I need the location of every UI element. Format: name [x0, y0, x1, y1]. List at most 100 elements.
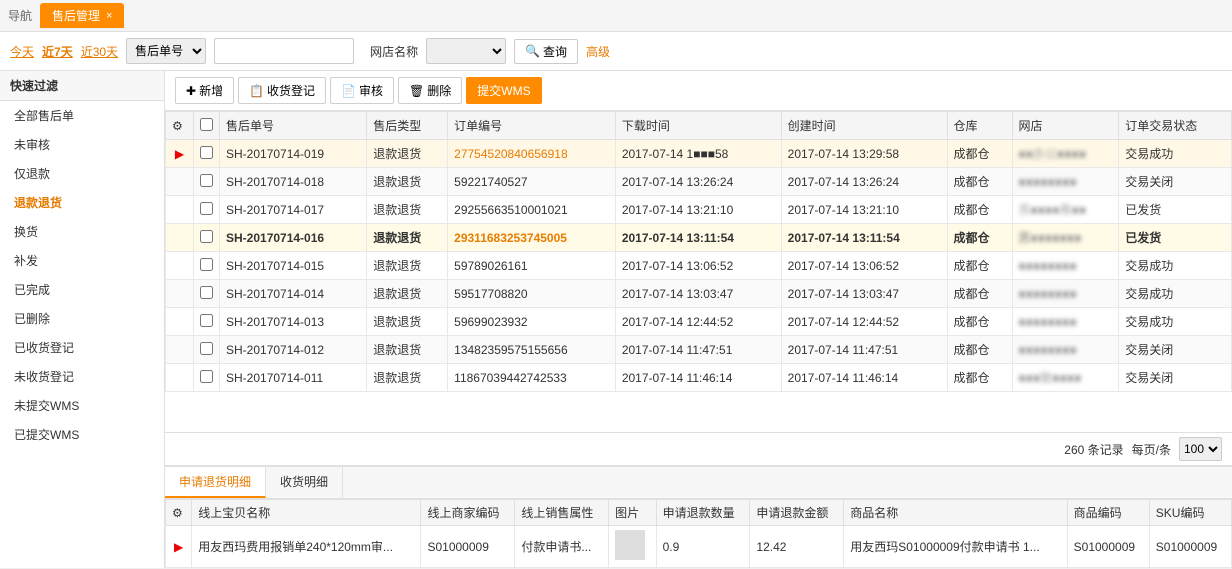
row-checkbox[interactable]: [194, 364, 220, 392]
row-trade-status: 交易关闭: [1119, 168, 1232, 196]
table-row[interactable]: SH-20170714-013 退款退货 59699023932 2017-07…: [166, 308, 1232, 336]
per-page-select[interactable]: 100 50 20: [1179, 437, 1222, 461]
row-shop: ■■■■■■■■: [1012, 336, 1119, 364]
row-arrow: [166, 224, 194, 252]
main-table-wrap: ⚙ 售后单号 售后类型 订单编号 下载时间 创建时间 仓库 网店 订单交易状态 …: [165, 111, 1232, 432]
checkbox-col-header[interactable]: [194, 112, 220, 140]
sidebar-item-completed[interactable]: 已完成: [0, 275, 164, 304]
sidebar-item-refund_only[interactable]: 仅退款: [0, 159, 164, 188]
bottom-row-goods-code: S01000009: [1067, 526, 1149, 568]
select-all-checkbox[interactable]: [200, 118, 213, 131]
table-row[interactable]: SH-20170714-017 退款退货 29255663510001021 2…: [166, 196, 1232, 224]
nav-tab-after-sale[interactable]: 售后管理 ×: [40, 3, 124, 28]
submit-wms-button[interactable]: 提交WMS: [466, 77, 541, 104]
sidebar-item-submitted_wms[interactable]: 已提交WMS: [0, 420, 164, 449]
row-checkbox[interactable]: [194, 280, 220, 308]
sidebar-item-not_received[interactable]: 未收货登记: [0, 362, 164, 391]
row-download-time: 2017-07-14 1■■■58: [615, 140, 781, 168]
last7-link[interactable]: 近7天: [42, 43, 73, 60]
table-row[interactable]: SH-20170714-016 退款退货 29311683253745005 2…: [166, 224, 1232, 252]
table-row[interactable]: SH-20170714-018 退款退货 59221740527 2017-07…: [166, 168, 1232, 196]
row-order-id: 59221740527: [448, 168, 616, 196]
sidebar-item-pending[interactable]: 未审核: [0, 130, 164, 159]
today-link[interactable]: 今天: [10, 43, 34, 60]
row-arrow: [166, 364, 194, 392]
table-row[interactable]: SH-20170714-015 退款退货 59789026161 2017-07…: [166, 252, 1232, 280]
row-warehouse: 成都仓: [947, 308, 1012, 336]
row-checkbox[interactable]: [194, 336, 220, 364]
sidebar-item-supplement[interactable]: 补发: [0, 246, 164, 275]
row-created-time: 2017-07-14 11:47:51: [781, 336, 947, 364]
close-icon[interactable]: ×: [106, 10, 112, 22]
shop-select[interactable]: [426, 38, 506, 64]
delete-button[interactable]: 🗑 删除: [398, 77, 462, 104]
row-checkbox[interactable]: [194, 224, 220, 252]
pagination-row: 260 条记录 每页/条 100 50 20: [165, 432, 1232, 465]
table-row[interactable]: SH-20170714-011 退款退货 11867039442742533 2…: [166, 364, 1232, 392]
sidebar-title: 快速过滤: [0, 71, 164, 101]
bottom-table-body: ▶ 用友西玛费用报销单240*120mm审... S01000009 付款申请书…: [166, 526, 1232, 568]
row-type: 退款退货: [367, 280, 448, 308]
sidebar-item-refund_return[interactable]: 退款退货: [0, 188, 164, 217]
receipt-button[interactable]: 📋 收货登记: [238, 77, 326, 104]
row-created-time: 2017-07-14 12:44:52: [781, 308, 947, 336]
row-arrow: [166, 308, 194, 336]
row-order-id: 11867039442742533: [448, 364, 616, 392]
row-trade-status: 交易成功: [1119, 308, 1232, 336]
field-select[interactable]: 售后单号: [126, 38, 206, 64]
row-checkbox[interactable]: [194, 196, 220, 224]
row-trade-status: 交易关闭: [1119, 336, 1232, 364]
table-row[interactable]: ▶ SH-20170714-019 退款退货 27754520840656918…: [166, 140, 1232, 168]
total-count: 260 条记录: [1064, 441, 1123, 458]
row-trade-status: 交易成功: [1119, 280, 1232, 308]
row-checkbox[interactable]: [194, 252, 220, 280]
row-type: 退款退货: [367, 308, 448, 336]
content-area: ✚ 新增 📋 收货登记 📄 审核 🗑 删除 提交WMS: [165, 71, 1232, 568]
sidebar-item-received[interactable]: 已收货登记: [0, 333, 164, 362]
table-row[interactable]: SH-20170714-012 退款退货 13482359575155656 2…: [166, 336, 1232, 364]
row-created-time: 2017-07-14 13:26:24: [781, 168, 947, 196]
row-checkbox[interactable]: [194, 168, 220, 196]
bottom-row-qty: 0.9: [656, 526, 750, 568]
row-order-id: 29311683253745005: [448, 224, 616, 252]
row-shop: 苏■■■■寿■■: [1012, 196, 1119, 224]
table-row[interactable]: SH-20170714-014 退款退货 59517708820 2017-07…: [166, 280, 1232, 308]
row-created-time: 2017-07-14 13:06:52: [781, 252, 947, 280]
search-input[interactable]: [214, 38, 354, 64]
bottom-table-row[interactable]: ▶ 用友西玛费用报销单240*120mm审... S01000009 付款申请书…: [166, 526, 1232, 568]
row-created-time: 2017-07-14 13:11:54: [781, 224, 947, 252]
sidebar-item-all[interactable]: 全部售后单: [0, 101, 164, 130]
tab-apply-return[interactable]: 申请退货明细: [165, 467, 266, 498]
row-checkbox[interactable]: [194, 140, 220, 168]
col-after-sale-type: 售后类型: [367, 112, 448, 140]
row-checkbox[interactable]: [194, 308, 220, 336]
query-button[interactable]: 🔍 查询: [514, 39, 578, 64]
row-type: 退款退货: [367, 140, 448, 168]
sidebar-item-exchange[interactable]: 换货: [0, 217, 164, 246]
row-after-sale-id: SH-20170714-014: [220, 280, 367, 308]
row-after-sale-id: SH-20170714-016: [220, 224, 367, 252]
bottom-col-name: 线上宝贝名称: [192, 500, 421, 526]
bottom-col-apply-amount: 申请退款金额: [750, 500, 844, 526]
bottom-col-settings[interactable]: ⚙: [166, 500, 192, 526]
row-after-sale-id: SH-20170714-017: [220, 196, 367, 224]
search-icon: 🔍: [525, 44, 540, 58]
add-button[interactable]: ✚ 新增: [175, 77, 234, 104]
row-shop: ■■■致■■■■: [1012, 364, 1119, 392]
nav-tab-label: 售后管理: [52, 7, 100, 24]
bottom-row-goods-name: 用友西玛S01000009付款申请书 1...: [844, 526, 1067, 568]
last30-link[interactable]: 近30天: [81, 43, 118, 60]
row-order-id: 59517708820: [448, 280, 616, 308]
tab-receipt-detail[interactable]: 收货明细: [266, 467, 343, 498]
row-arrow: ▶: [166, 140, 194, 168]
row-arrow: [166, 168, 194, 196]
sidebar-item-not_wms[interactable]: 未提交WMS: [0, 391, 164, 420]
table-header-row: ⚙ 售后单号 售后类型 订单编号 下载时间 创建时间 仓库 网店 订单交易状态: [166, 112, 1232, 140]
review-button[interactable]: 📄 审核: [330, 77, 394, 104]
settings-col-header[interactable]: ⚙: [166, 112, 194, 140]
bottom-row-arrow: ▶: [166, 526, 192, 568]
sidebar-item-deleted[interactable]: 已删除: [0, 304, 164, 333]
row-type: 退款退货: [367, 364, 448, 392]
advanced-button[interactable]: 高级: [586, 43, 610, 60]
row-arrow: [166, 280, 194, 308]
